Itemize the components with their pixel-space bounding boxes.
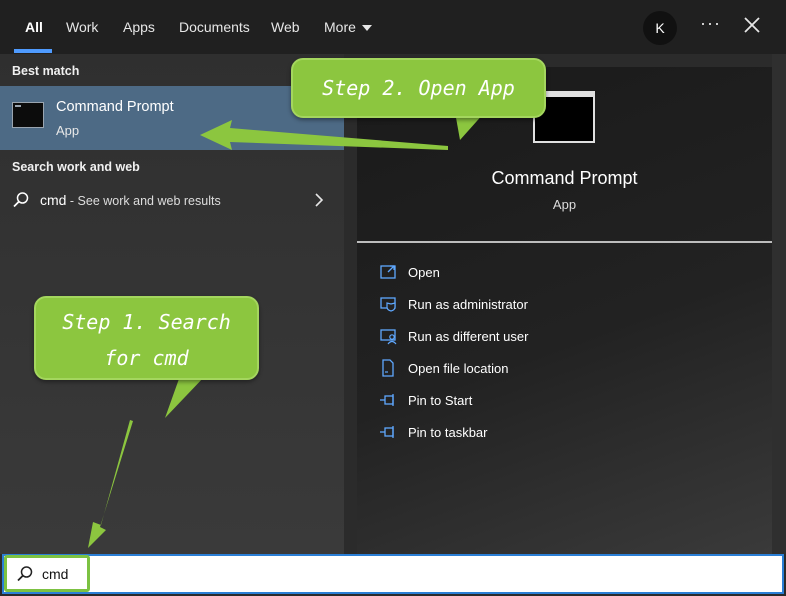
tab-work[interactable]: Work — [66, 0, 98, 54]
tab-web[interactable]: Web — [271, 0, 300, 54]
user-icon — [380, 329, 397, 345]
preview-panel: Command Prompt App Open Run as administr… — [357, 67, 772, 554]
search-scope-tabs: All Work Apps Documents Web More K ··· — [0, 0, 786, 54]
action-run-as-admin-label: Run as administrator — [408, 297, 528, 312]
action-pin-to-taskbar-label: Pin to taskbar — [408, 425, 488, 440]
step2-callout: Step 2. Open App — [291, 58, 546, 118]
preview-app-title: Command Prompt — [491, 168, 638, 188]
step1-callout-line1: Step 1. Search — [62, 310, 231, 334]
chevron-right-icon[interactable] — [312, 191, 326, 209]
action-open-file-location-label: Open file location — [408, 361, 509, 376]
action-pin-to-start-label: Pin to Start — [408, 393, 473, 408]
action-run-as-admin[interactable]: Run as administrator — [379, 293, 679, 317]
active-tab-indicator — [14, 49, 52, 53]
pin-icon — [380, 426, 394, 438]
action-run-as-different-user[interactable]: Run as different user — [379, 325, 679, 349]
tab-more-label: More — [324, 19, 356, 35]
search-box[interactable]: cmd — [2, 554, 784, 594]
action-open-label: Open — [408, 265, 440, 280]
web-result-query: cmd — [40, 192, 67, 208]
tab-more[interactable]: More — [324, 0, 372, 54]
close-icon[interactable] — [740, 13, 764, 37]
avatar[interactable]: K — [643, 11, 677, 45]
action-run-as-different-user-label: Run as different user — [408, 329, 529, 344]
tab-documents[interactable]: Documents — [179, 0, 250, 54]
action-pin-to-start[interactable]: Pin to Start — [379, 389, 679, 413]
tab-apps[interactable]: Apps — [123, 0, 155, 54]
more-options-button[interactable]: ··· — [700, 13, 721, 34]
best-match-label: Best match — [12, 64, 80, 78]
preview-divider — [357, 241, 772, 243]
step1-callout-line2: for cmd — [104, 346, 189, 370]
search-web-label: Search work and web — [12, 160, 140, 174]
action-open-file-location[interactable]: Open file location — [379, 357, 679, 381]
web-result-item[interactable]: cmd - See work and web results — [0, 184, 344, 216]
preview-app-subtitle: App — [552, 197, 577, 212]
best-match-title: Command Prompt — [56, 99, 174, 115]
tab-all[interactable]: All — [25, 0, 43, 54]
web-result-text: cmd - See work and web results — [40, 192, 221, 208]
pin-icon — [380, 394, 394, 406]
action-pin-to-taskbar[interactable]: Pin to taskbar — [379, 421, 679, 445]
search-highlight-box — [4, 555, 90, 592]
command-prompt-icon — [12, 102, 44, 128]
web-result-suffix: - See work and web results — [66, 194, 221, 208]
chevron-down-icon — [361, 25, 372, 32]
open-icon — [380, 265, 396, 279]
step1-callout: Step 1. Search for cmd — [34, 296, 259, 380]
best-match-subtitle: App — [56, 123, 80, 138]
shield-icon — [380, 297, 396, 312]
scroll-track — [772, 54, 786, 554]
action-open[interactable]: Open — [379, 261, 679, 285]
file-location-icon — [382, 359, 394, 377]
search-icon — [13, 192, 29, 208]
